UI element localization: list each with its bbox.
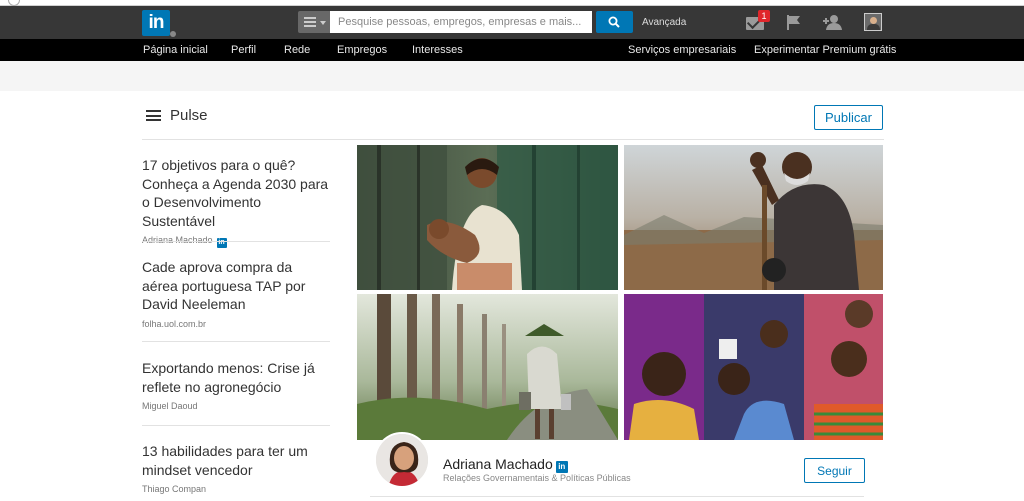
follow-button[interactable]: Seguir [804, 458, 865, 483]
article-author: Miguel Daoud [142, 401, 198, 411]
nav-business-services[interactable]: Serviços empresariais [628, 44, 736, 56]
logo-dot [170, 31, 176, 37]
nav-interests[interactable]: Interesses [412, 44, 463, 56]
nav-profile[interactable]: Perfil [231, 44, 256, 56]
author-name: Adriana Machado [142, 235, 213, 245]
list-icon [304, 17, 316, 27]
flag-icon[interactable] [786, 15, 802, 30]
article-title[interactable]: 13 habilidades para ter um mindset vence… [142, 442, 330, 479]
search-button[interactable] [596, 11, 633, 33]
linkedin-badge-icon: in [555, 461, 568, 473]
linkedin-logo[interactable]: in [142, 10, 176, 37]
caret-down-icon [320, 21, 326, 25]
article-item[interactable]: 17 objetivos para o quê? Conheça a Agend… [142, 156, 330, 248]
sub-navbar: Página inicial Perfil Rede Empregos Inte… [0, 39, 1024, 61]
author-name-text[interactable]: Adriana Machado [443, 456, 553, 472]
gray-band [0, 61, 1024, 91]
avatar-body [867, 24, 880, 30]
featured-photo-mother-child[interactable] [357, 145, 618, 290]
nav-premium[interactable]: Experimentar Premium grátis [754, 44, 896, 56]
article-author: folha.uol.com.br [142, 318, 207, 329]
article-divider [142, 425, 330, 426]
article-title[interactable]: Exportando menos: Crise já reflete no ag… [142, 359, 330, 396]
featured-photo-children[interactable] [624, 294, 883, 440]
publish-button[interactable]: Publicar [814, 105, 883, 130]
advanced-search-link[interactable]: Avançada [642, 17, 686, 28]
article-divider [142, 241, 330, 242]
card-divider [370, 496, 864, 497]
article-item[interactable]: 13 habilidades para ter um mindset vence… [142, 442, 330, 494]
pulse-header: Pulse Publicar [142, 104, 884, 140]
hamburger-menu-icon[interactable] [146, 110, 161, 121]
search-input[interactable] [330, 11, 592, 33]
pulse-title: Pulse [170, 107, 208, 124]
article-author: Thiago Compan [142, 484, 207, 494]
author-role: Relações Governamentais & Políticas Públ… [443, 473, 631, 483]
top-navbar: in Avançada 1 [0, 6, 1024, 39]
article-title[interactable]: 17 objetivos para o quê? Conheça a Agend… [142, 156, 330, 230]
article-divider [142, 341, 330, 342]
add-connection-icon[interactable] [823, 14, 842, 30]
nav-home[interactable]: Página inicial [143, 44, 208, 56]
featured-author-card: Adriana Machado in Relações Governamentai… [357, 432, 883, 501]
linkedin-badge-icon: in [216, 238, 227, 248]
featured-photo-elder[interactable] [624, 145, 883, 290]
author-name[interactable]: Adriana Machado in [443, 456, 568, 473]
article-title[interactable]: Cade aprova compra da aérea portuguesa T… [142, 258, 330, 314]
profile-avatar[interactable] [864, 13, 882, 31]
featured-photo-path-trees[interactable] [357, 294, 618, 440]
logo-text: in [148, 12, 165, 33]
nav-network[interactable]: Rede [284, 44, 310, 56]
messages-badge: 1 [758, 10, 770, 22]
avatar-head [870, 17, 877, 24]
article-item[interactable]: Exportando menos: Crise já reflete no ag… [142, 359, 330, 411]
search-icon [608, 16, 620, 28]
author-avatar[interactable] [374, 432, 430, 488]
search-category-dropdown[interactable] [298, 11, 330, 33]
nav-jobs[interactable]: Empregos [337, 44, 387, 56]
article-item[interactable]: Cade aprova compra da aérea portuguesa T… [142, 258, 330, 329]
